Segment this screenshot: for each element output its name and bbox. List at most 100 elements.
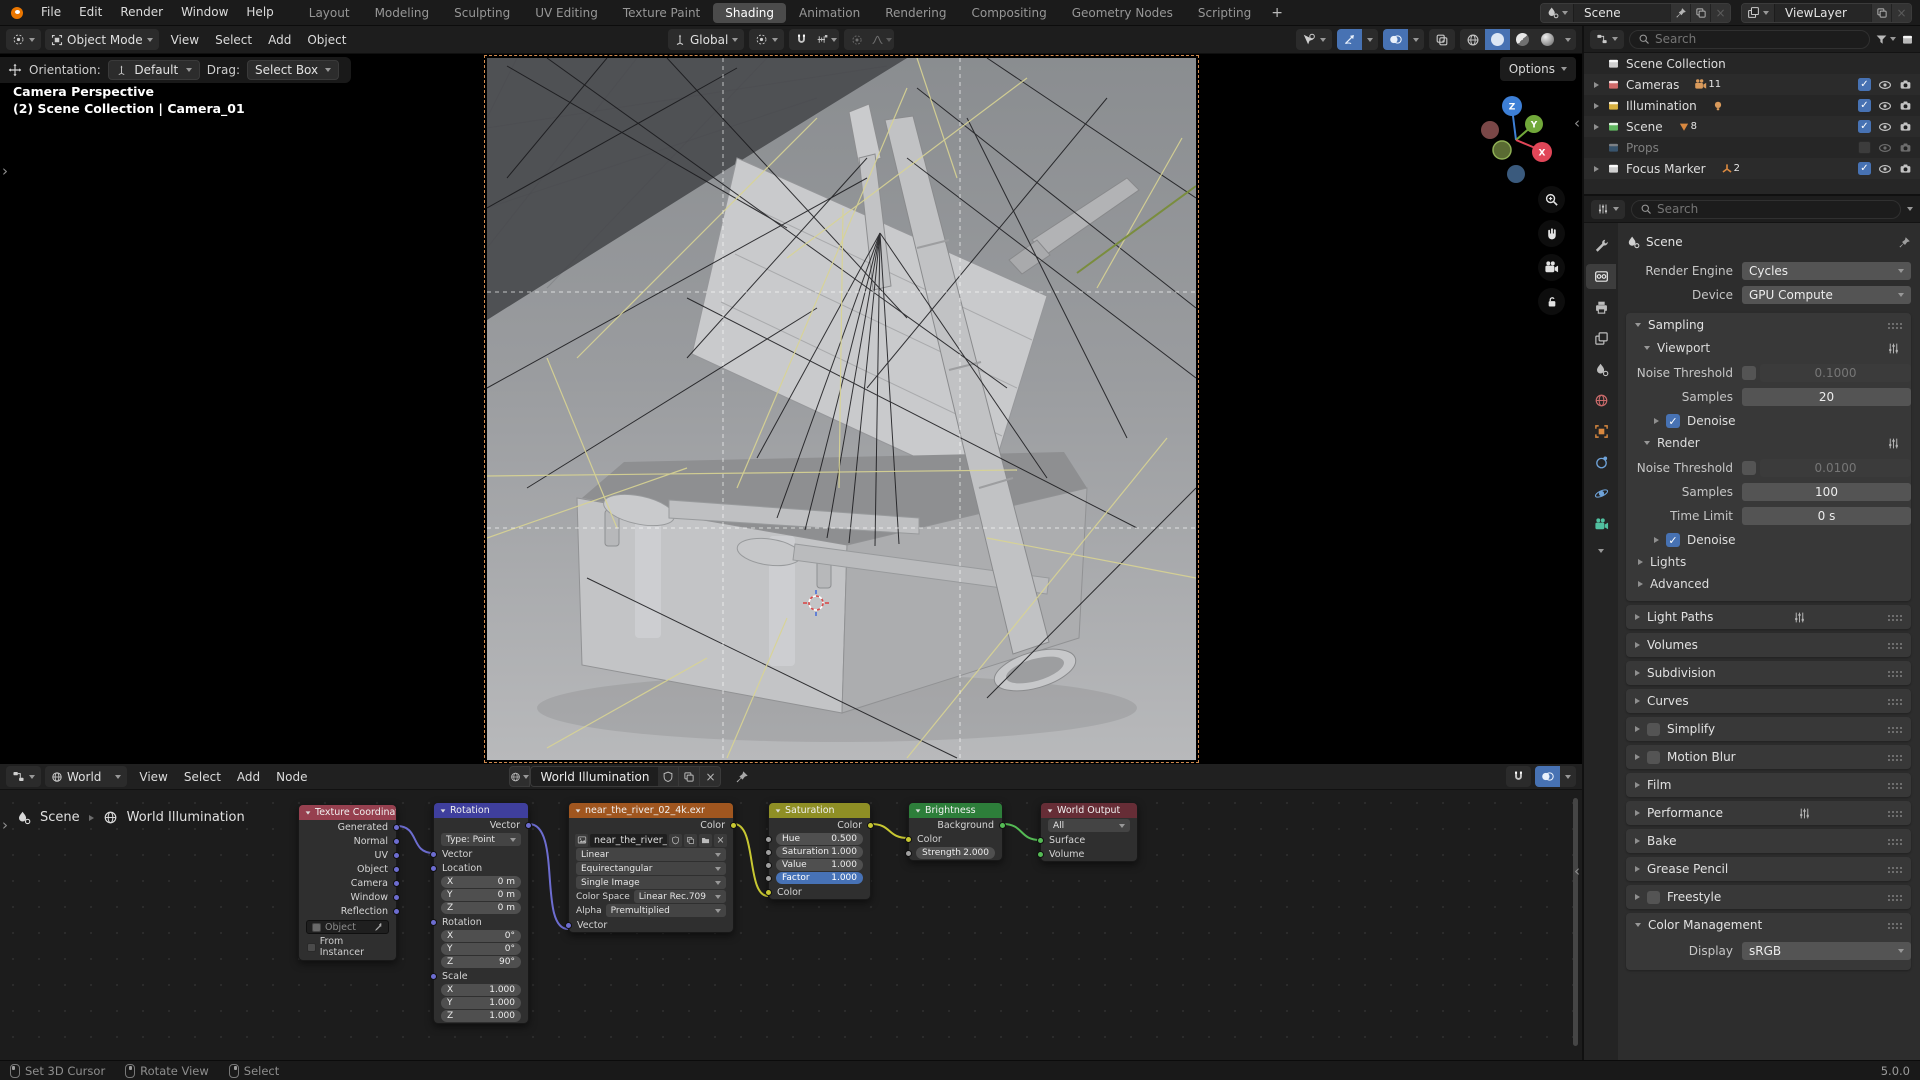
panel-checkbox[interactable] <box>1647 751 1660 764</box>
node-editor-menu-item[interactable]: Node <box>268 770 315 784</box>
tab-object-data[interactable] <box>1586 512 1616 537</box>
gizmos-toggle[interactable] <box>1337 29 1362 50</box>
shading-solid-button[interactable] <box>1485 29 1510 50</box>
toolbar-expand-arrow[interactable]: › <box>2 164 8 179</box>
lock-view-button[interactable] <box>1538 288 1565 315</box>
alpha-dropdown[interactable]: Premultiplied <box>606 904 726 917</box>
outliner-search[interactable] <box>1629 30 1870 49</box>
pin-icon[interactable] <box>735 770 749 784</box>
mapping-type-dropdown[interactable]: Type: Point <box>441 833 521 846</box>
image-unlink-button[interactable]: × <box>714 834 727 847</box>
input-socket[interactable] <box>905 836 912 843</box>
shading-wireframe-button[interactable] <box>1460 29 1485 50</box>
render-camera-icon[interactable] <box>1899 120 1912 133</box>
drag-handle-icon[interactable] <box>1887 322 1902 329</box>
drag-dropdown[interactable]: Select Box <box>247 60 339 80</box>
output-socket[interactable] <box>393 824 400 831</box>
input-socket[interactable] <box>765 849 772 856</box>
topbar-menu-item[interactable]: Render <box>111 0 172 25</box>
viewlayer-browse-button[interactable] <box>1742 4 1775 22</box>
snap-settings-dropdown[interactable] <box>814 29 839 50</box>
drag-handle-icon[interactable] <box>1887 922 1902 929</box>
hide-eye-icon[interactable] <box>1878 120 1892 134</box>
render-camera-icon[interactable] <box>1899 99 1912 112</box>
drag-handle-icon[interactable] <box>1887 866 1902 873</box>
properties-filter-dropdown[interactable] <box>1591 200 1625 219</box>
panel-checkbox[interactable] <box>1647 891 1660 904</box>
editor-type-button[interactable] <box>6 29 41 50</box>
tab-render[interactable] <box>1586 264 1616 289</box>
image-new-button[interactable] <box>684 834 697 847</box>
drag-handle-icon[interactable] <box>1887 810 1902 817</box>
workspace-tab[interactable]: Modeling <box>363 3 442 23</box>
colorspace-dropdown[interactable]: Linear Rec.709 <box>634 890 726 903</box>
tab-physics[interactable] <box>1586 481 1616 506</box>
vector-field[interactable]: Z1.000 <box>441 1010 521 1022</box>
node-header[interactable]: Saturation <box>769 803 870 818</box>
output-socket[interactable] <box>393 866 400 873</box>
image-fake-user-button[interactable] <box>669 834 682 847</box>
output-socket[interactable] <box>393 880 400 887</box>
node-editor-scrollbar[interactable] <box>1573 798 1578 1046</box>
exclude-checkbox[interactable]: ✓ <box>1858 162 1871 175</box>
properties-search[interactable] <box>1631 200 1901 219</box>
preset-sliders-icon[interactable] <box>1798 807 1811 820</box>
input-socket[interactable] <box>765 889 772 896</box>
world-new-button[interactable] <box>679 766 700 787</box>
source-dropdown[interactable]: Single Image <box>576 876 726 889</box>
panel-sampling-header[interactable]: Sampling <box>1626 313 1911 337</box>
viewport-samples-value[interactable]: 20 <box>1742 388 1911 406</box>
scene-browse-button[interactable] <box>1541 4 1574 22</box>
expand-icon[interactable] <box>1594 124 1599 130</box>
subpanel-render-header[interactable]: Render <box>1626 432 1911 454</box>
noise-threshold-checkbox[interactable] <box>1742 366 1756 380</box>
viewport-menu-item[interactable]: Select <box>207 33 260 47</box>
shading-material-button[interactable] <box>1510 29 1535 50</box>
workspace-tab[interactable]: Texture Paint <box>611 3 712 23</box>
render-camera-icon[interactable] <box>1899 78 1912 91</box>
node-header[interactable]: Rotation <box>434 803 528 818</box>
output-target-dropdown[interactable]: All <box>1048 819 1130 832</box>
device-dropdown[interactable]: GPU Compute <box>1742 286 1911 304</box>
orientation-dropdown[interactable]: Default <box>108 60 200 80</box>
properties-panel[interactable]: Freestyle <box>1626 885 1911 909</box>
outliner-filter-icon[interactable] <box>1875 33 1896 46</box>
input-socket[interactable] <box>765 836 772 843</box>
render-camera-icon[interactable] <box>1899 162 1912 175</box>
panel-checkbox[interactable] <box>1647 723 1660 736</box>
node-header[interactable]: Texture Coordinate <box>299 805 396 820</box>
expand-icon[interactable] <box>1594 103 1599 109</box>
scene-delete-button[interactable]: × <box>1710 4 1730 22</box>
node-header[interactable]: World Output <box>1041 803 1137 818</box>
output-socket[interactable] <box>393 894 400 901</box>
output-socket[interactable] <box>525 822 532 829</box>
display-dropdown[interactable]: sRGB <box>1742 942 1911 960</box>
vector-field[interactable]: Y0 m <box>441 889 521 901</box>
drag-handle-icon[interactable] <box>1887 698 1902 705</box>
shader-type-dropdown[interactable]: World <box>45 766 127 787</box>
visibility-dropdown[interactable] <box>1296 29 1332 50</box>
scene-pin-icon[interactable] <box>1670 4 1690 22</box>
denoise-checkbox[interactable]: ✓ <box>1666 533 1680 547</box>
exclude-checkbox[interactable] <box>1858 141 1871 154</box>
blender-logo-icon[interactable] <box>8 7 26 19</box>
properties-panel[interactable]: Film <box>1626 773 1911 797</box>
scene-new-button[interactable] <box>1690 4 1710 22</box>
projection-dropdown[interactable]: Equirectangular <box>576 862 726 875</box>
preset-sliders-icon[interactable] <box>1793 611 1806 624</box>
drag-handle-icon[interactable] <box>1887 670 1902 677</box>
factor-field[interactable]: Factor1.000 <box>776 872 863 884</box>
hide-eye-icon[interactable] <box>1878 162 1892 176</box>
vector-field[interactable]: X0 m <box>441 876 521 888</box>
eyedropper-icon[interactable] <box>373 922 383 932</box>
proportional-edit-toggle[interactable] <box>844 29 869 50</box>
workspace-tab[interactable]: Rendering <box>873 3 958 23</box>
tab-constraints[interactable] <box>1586 450 1616 475</box>
pivot-point-dropdown[interactable] <box>749 29 784 50</box>
viewport-menu-item[interactable]: Add <box>260 33 299 47</box>
tab-view-layer[interactable] <box>1586 326 1616 351</box>
node-overlays-dropdown[interactable] <box>1560 766 1576 787</box>
fake-user-shield-icon[interactable] <box>658 766 679 787</box>
properties-options-dropdown[interactable] <box>1907 207 1913 211</box>
output-socket[interactable] <box>730 822 737 829</box>
